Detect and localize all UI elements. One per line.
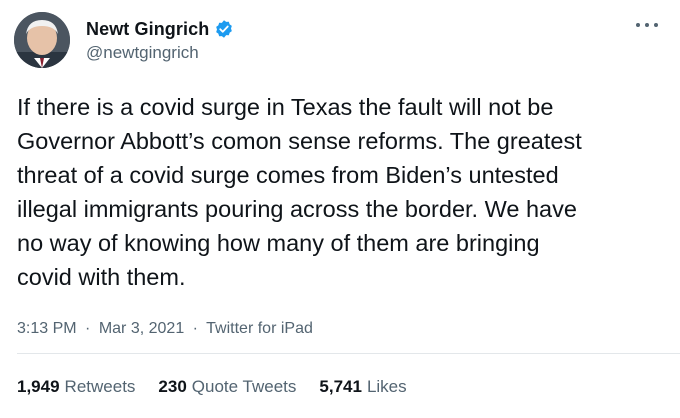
more-options-icon[interactable] [636, 18, 658, 32]
engagement-stats: 1,949 Retweets 230 Quote Tweets 5,741 Likes [17, 377, 430, 397]
tweet-text-line: no way of knowing how many of them are b… [17, 230, 540, 256]
meta-separator: · [85, 320, 91, 337]
quote-tweets-stat[interactable]: 230 Quote Tweets [158, 377, 296, 397]
avatar-image [14, 12, 70, 68]
tweet-text-line: Governor Abbott’s comon sense reforms. T… [17, 128, 582, 154]
author-block: Newt Gingrich @newtgingrich [86, 18, 234, 63]
tweet-time[interactable]: 3:13 PM [17, 320, 77, 337]
tweet-text-line: covid with them. [17, 264, 186, 290]
divider [17, 353, 680, 354]
likes-stat[interactable]: 5,741 Likes [319, 377, 406, 397]
tweet-text-line: If there is a covid surge in Texas the f… [17, 94, 554, 120]
display-name[interactable]: Newt Gingrich [86, 19, 209, 40]
meta-separator: · [192, 320, 198, 337]
tweet-date[interactable]: Mar 3, 2021 [99, 320, 184, 337]
retweets-label: Retweets [64, 377, 136, 396]
dot [645, 23, 649, 27]
tweet-source[interactable]: Twitter for iPad [206, 320, 313, 337]
retweets-count: 1,949 [17, 377, 60, 396]
dot [636, 23, 640, 27]
dot [654, 23, 658, 27]
tweet-card: Newt Gingrich @newtgingrich If there is … [0, 0, 680, 418]
tweet-text-line: threat of a covid surge comes from Biden… [17, 162, 559, 188]
tweet-metadata: 3:13 PM · Mar 3, 2021 · Twitter for iPad [17, 320, 313, 338]
name-row: Newt Gingrich [86, 18, 234, 40]
quote-tweets-label: Quote Tweets [191, 377, 297, 396]
tweet-text-line: illegal immigrants pouring across the bo… [17, 196, 577, 222]
verified-badge-icon [214, 19, 234, 39]
likes-count: 5,741 [319, 377, 362, 396]
retweets-stat[interactable]: 1,949 Retweets [17, 377, 135, 397]
handle[interactable]: @newtgingrich [86, 43, 234, 63]
likes-label: Likes [366, 377, 407, 396]
avatar[interactable] [14, 12, 70, 68]
tweet-text: If there is a covid surge in Texas the f… [17, 90, 667, 294]
quote-tweets-count: 230 [158, 377, 187, 396]
